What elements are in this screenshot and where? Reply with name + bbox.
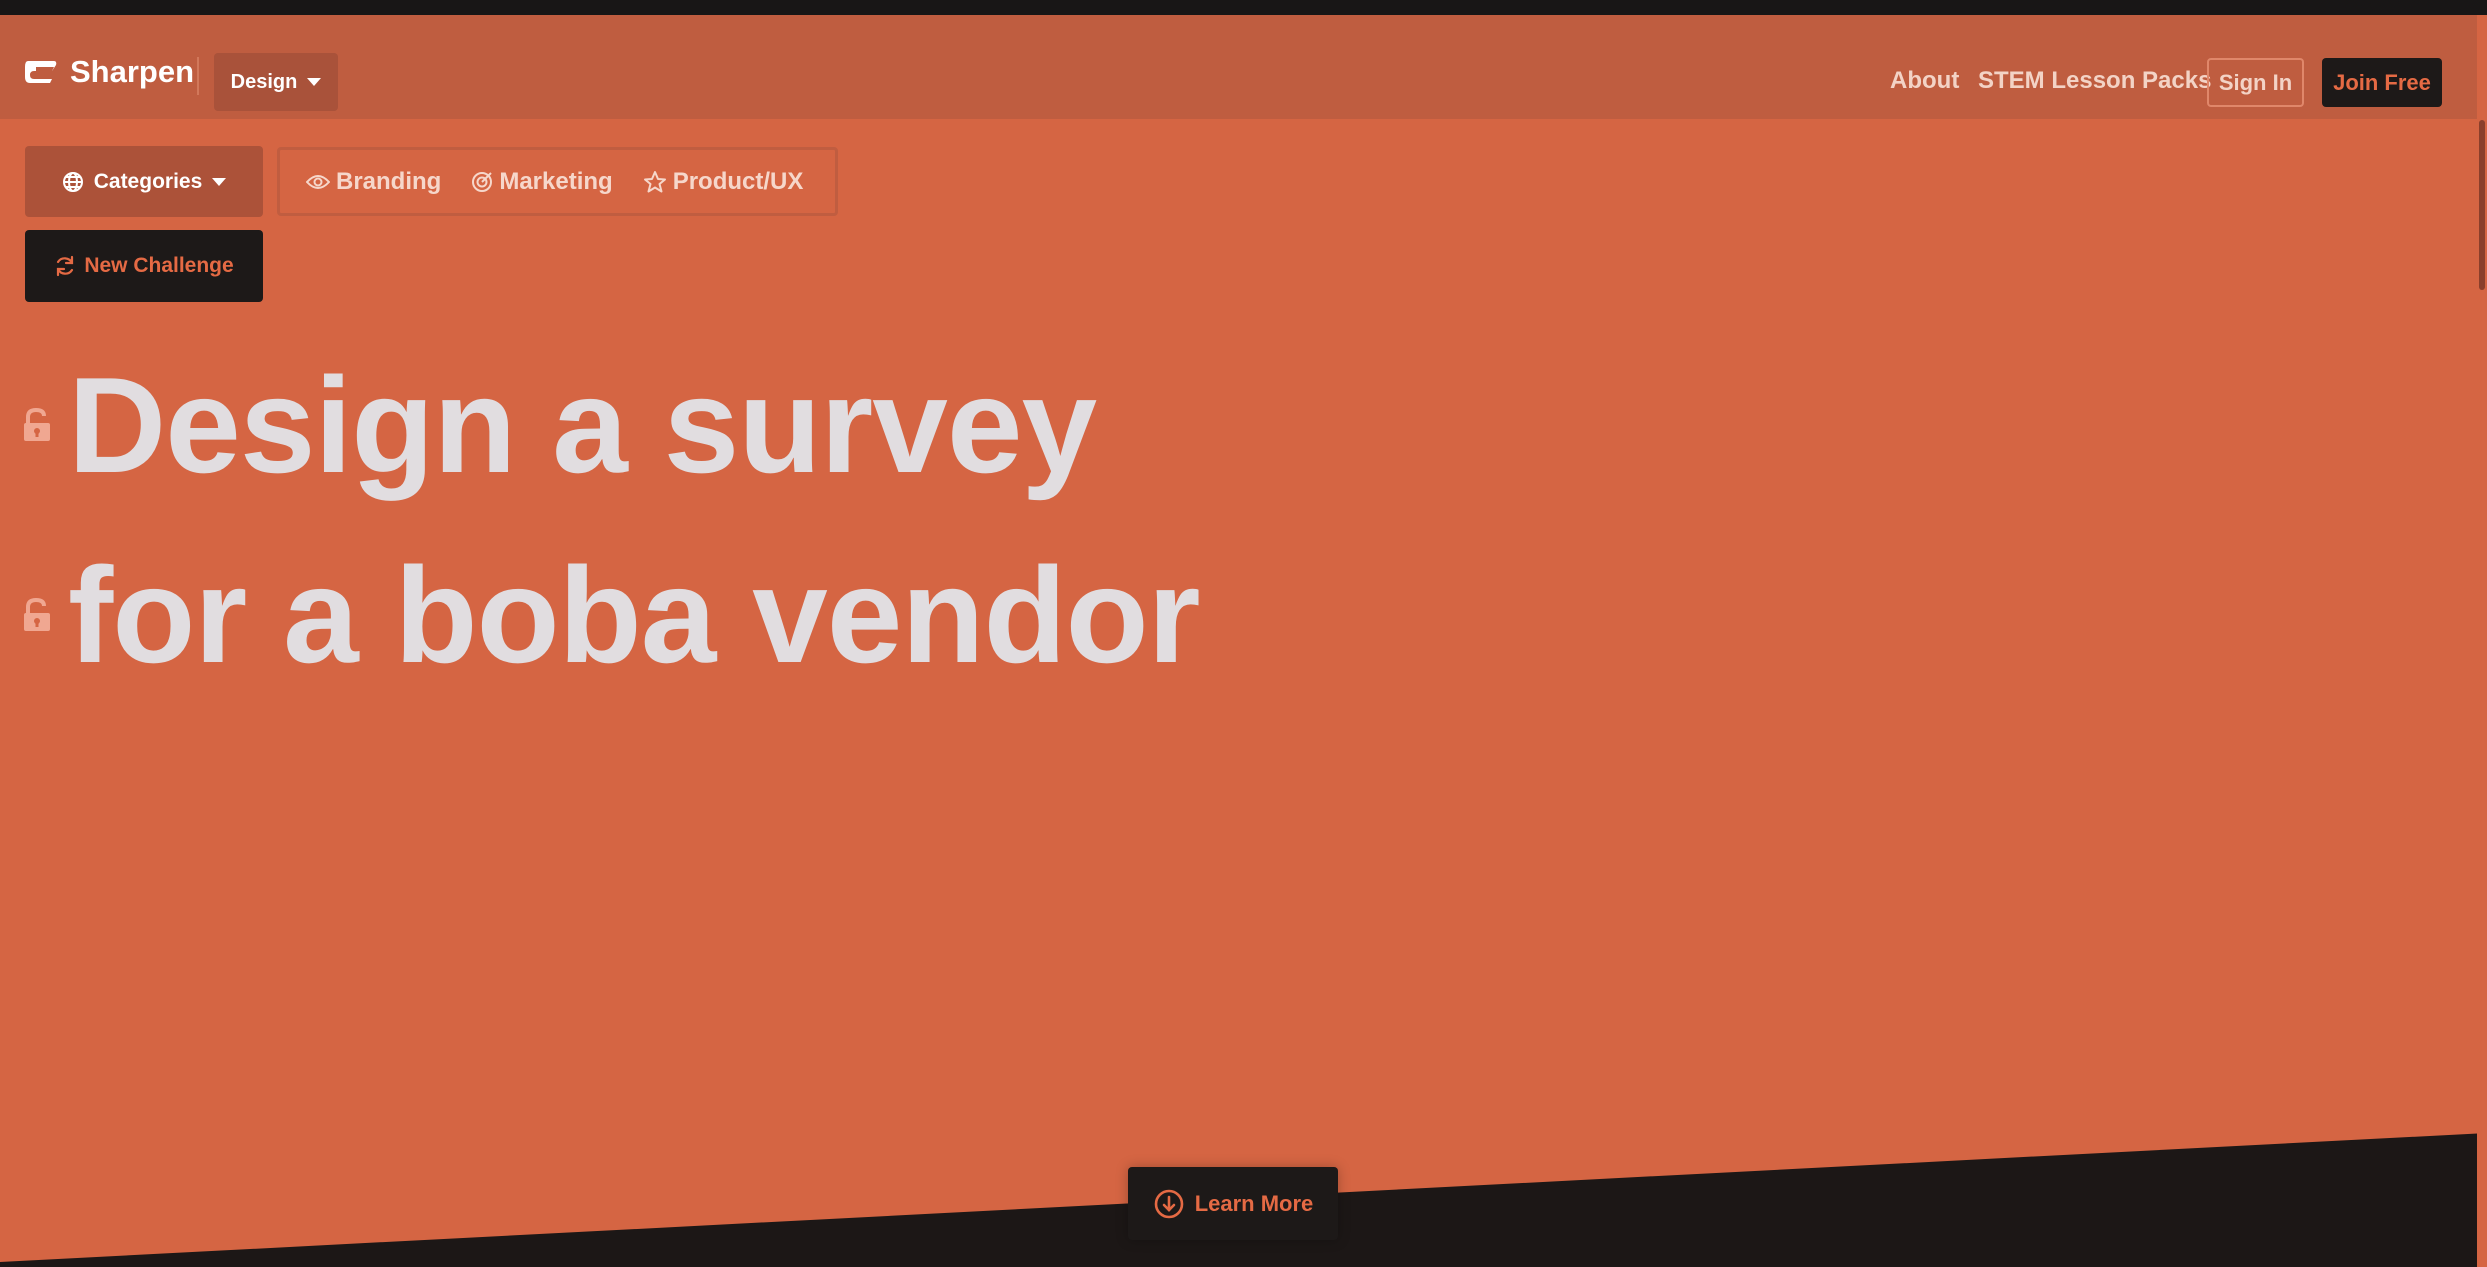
browser-top-strip (0, 0, 2487, 15)
caret-down-icon (307, 78, 322, 86)
brand-name: Sharpen (70, 54, 195, 89)
nav-link-stem-lesson-packs[interactable]: STEM Lesson Packs (1978, 67, 2211, 95)
categories-label: Categories (93, 169, 203, 193)
category-label: Product/UX (672, 167, 804, 195)
design-dropdown[interactable]: Design (214, 53, 338, 111)
eye-icon (306, 173, 330, 191)
new-challenge-button[interactable]: New Challenge (25, 230, 263, 302)
unlock-icon[interactable] (22, 405, 58, 445)
join-free-button[interactable]: Join Free (2322, 58, 2442, 107)
challenge-line-2: for a boba vendor (22, 539, 1201, 691)
categories-button[interactable]: Categories (25, 146, 263, 217)
unlock-icon[interactable] (22, 595, 58, 635)
challenge-text-line-1: Design a survey (68, 349, 1097, 501)
brand-logo-link[interactable]: Sharpen (24, 52, 194, 92)
star-icon (643, 170, 667, 194)
arrow-down-circle-icon (1153, 1188, 1185, 1220)
caret-down-icon (212, 177, 227, 186)
target-icon (471, 171, 493, 193)
category-label: Branding (336, 167, 442, 195)
category-product-ux[interactable]: Product/UX (643, 167, 804, 196)
learn-more-label: Learn More (1194, 1190, 1314, 1216)
category-branding[interactable]: Branding (306, 168, 441, 196)
page: Sharpen Design About STEM Lesson Packs S… (0, 0, 2487, 1267)
nav-link-about[interactable]: About (1890, 67, 1959, 95)
challenge-text-line-2: for a boba vendor (68, 539, 1201, 691)
sharpen-logo-icon (24, 59, 58, 85)
new-challenge-label: New Challenge (84, 254, 234, 277)
globe-icon (62, 171, 84, 193)
category-label: Marketing (499, 167, 613, 195)
scrollbar-thumb[interactable] (2479, 120, 2485, 290)
brand-divider (197, 57, 199, 95)
challenge-line-1: Design a survey (22, 349, 1097, 501)
refresh-icon (54, 255, 76, 277)
sign-in-button[interactable]: Sign In (2207, 58, 2304, 107)
category-marketing[interactable]: Marketing (471, 167, 613, 196)
top-navbar: Sharpen Design About STEM Lesson Packs S… (0, 15, 2487, 119)
category-filter-group: Branding Marketing Product/UX (277, 147, 838, 216)
learn-more-button[interactable]: Learn More (1128, 1167, 1338, 1240)
design-dropdown-label: Design (230, 70, 298, 93)
